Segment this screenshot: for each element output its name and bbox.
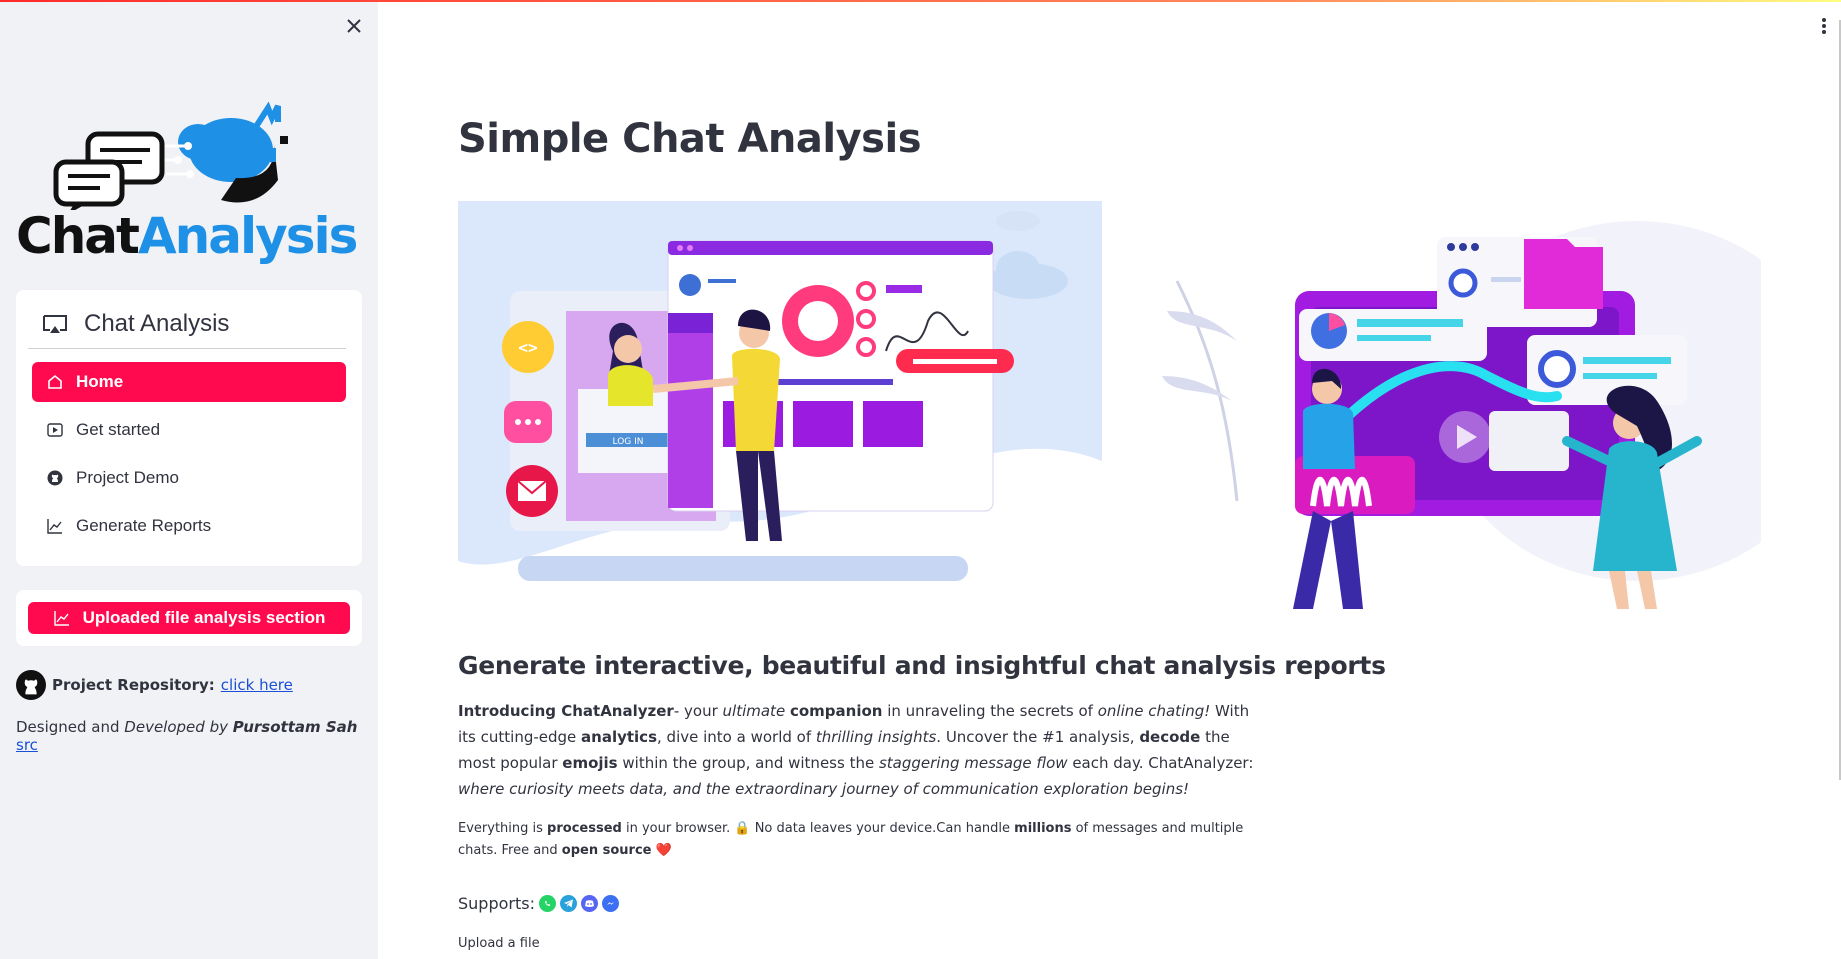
supports-label: Supports: [458,894,535,913]
page-title: Simple Chat Analysis [458,116,922,162]
src-link[interactable]: src [16,736,38,754]
author-name: Pursottam Sah [232,718,358,736]
svg-text:<>: <> [518,338,537,357]
cast-icon [43,315,67,333]
main-menu-button[interactable] [1816,16,1832,36]
credit-developed-by: Developed by [124,718,228,736]
credit-line: Designed and Developed by Pursottam Sah … [16,718,378,754]
nav-item-label: Generate Reports [76,516,212,535]
kebab-menu-icon [1822,18,1826,34]
app-logo: ChatAnalysis [16,100,358,272]
repo-link[interactable]: click here [221,676,293,694]
nav-item-generate-reports[interactable]: Generate Reports [32,506,346,546]
github-icon [16,670,46,700]
project-repository-line: Project Repository: click here [16,670,293,700]
menu-divider [28,348,346,349]
telegram-icon [559,895,577,912]
logo-wordmark: ChatAnalysis [16,207,358,265]
upload-file-label: Upload a file [458,936,540,951]
chat-brain-logo-graphic [53,101,288,210]
play-icon [46,421,64,439]
hero-illustration-presentation [1117,201,1837,609]
nav-item-home[interactable]: Home [32,362,346,402]
navigation-menu: Chat Analysis Home Get started Project D… [16,290,362,566]
graph-up-icon [46,517,64,535]
github-icon [46,469,64,487]
nav-item-get-started[interactable]: Get started [32,410,346,450]
supported-platforms: Supports: [458,894,619,913]
house-icon [46,373,64,391]
nav-item-label: Get started [76,420,161,439]
close-sidebar-button[interactable] [342,14,366,38]
intro-paragraph: Introducing ChatAnalyzer- your ultimate … [458,702,1254,798]
upload-section-card: Uploaded file analysis section [16,590,362,646]
whatsapp-icon [538,895,556,912]
close-icon [347,19,361,33]
hero-illustration-dashboard: LOG IN <> [458,201,1102,601]
nav-item-project-demo[interactable]: Project Demo [32,458,346,498]
sidebar: ChatAnalysis Chat Analysis Home Get star… [0,0,378,959]
top-decoration-bar [0,0,1841,2]
credit-prefix: Designed and [16,718,125,736]
discord-icon [580,895,598,912]
nav-item-label: Project Demo [76,468,179,487]
privacy-paragraph: Everything is processed in your browser.… [458,821,1244,858]
menu-title: Chat Analysis [84,310,230,337]
nav-item-label: Home [76,372,124,391]
menu-header: Chat Analysis [42,310,229,338]
repo-label: Project Repository: [52,676,215,694]
login-button-text: LOG IN [613,437,644,447]
uploaded-file-analysis-button[interactable]: Uploaded file analysis section [28,602,350,634]
graph-up-icon [53,609,71,627]
section-subtitle: Generate interactive, beautiful and insi… [458,651,1386,680]
upload-button-label: Uploaded file analysis section [82,608,326,627]
messenger-icon [601,895,619,912]
